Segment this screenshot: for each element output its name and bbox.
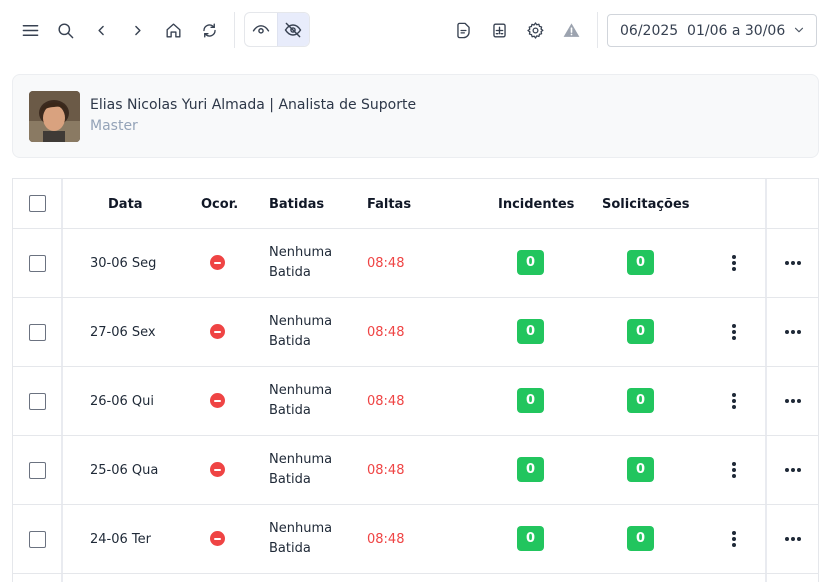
search-icon[interactable] [48, 13, 82, 47]
row-punches: Nenhuma Batida [269, 314, 333, 349]
header-incidents: Incidentes [498, 197, 575, 212]
home-icon[interactable] [156, 13, 190, 47]
kebab-menu-icon[interactable] [732, 531, 736, 547]
row-checkbox[interactable] [29, 531, 46, 548]
calculator-icon[interactable] [482, 13, 516, 47]
warning-icon[interactable] [554, 13, 588, 47]
requests-badge[interactable]: 0 [627, 457, 654, 482]
header-requests: Solicitações [602, 197, 690, 212]
table-header: Data Ocor. Batidas Faltas Incidentes Sol… [13, 179, 818, 229]
gear-icon[interactable] [518, 13, 552, 47]
header-occurrence: Ocor. [201, 197, 239, 212]
kebab-menu-icon[interactable] [732, 324, 736, 340]
eye-icon[interactable] [245, 13, 277, 46]
kebab-menu-icon[interactable] [732, 462, 736, 478]
toolbar-divider [234, 12, 235, 48]
table-row[interactable]: 24-06 Ter Nenhuma Batida 08:48 0 0 [13, 505, 818, 574]
employee-role: Master [90, 118, 138, 134]
requests-badge[interactable]: 0 [627, 526, 654, 551]
requests-badge[interactable]: 0 [627, 319, 654, 344]
visibility-toggle [244, 12, 310, 47]
more-options-icon[interactable] [785, 399, 801, 403]
document-icon[interactable] [446, 13, 480, 47]
more-options-icon[interactable] [785, 330, 801, 334]
more-options-icon[interactable] [785, 261, 801, 265]
row-punches: Nenhuma Batida [269, 383, 333, 418]
select-all-checkbox[interactable] [29, 195, 46, 212]
occurrence-minus-icon[interactable] [210, 393, 225, 408]
more-options-icon[interactable] [785, 468, 801, 472]
row-checkbox[interactable] [29, 324, 46, 341]
row-absence: 08:48 [367, 532, 405, 547]
kebab-menu-icon[interactable] [732, 393, 736, 409]
incidents-badge[interactable]: 0 [517, 319, 544, 344]
incidents-badge[interactable]: 0 [517, 526, 544, 551]
header-date: Data [108, 197, 143, 212]
row-absence: 08:48 [367, 256, 405, 271]
row-absence: 08:48 [367, 325, 405, 340]
menu-icon[interactable] [13, 13, 47, 47]
occurrence-minus-icon[interactable] [210, 255, 225, 270]
table-row[interactable]: 27-06 Sex Nenhuma Batida 08:48 0 0 [13, 298, 818, 367]
occurrence-minus-icon[interactable] [210, 324, 225, 339]
row-date: 24-06 Ter [90, 532, 151, 547]
employee-name: Elias Nicolas Yuri Almada | Analista de … [90, 97, 417, 113]
row-date: 25-06 Qua [90, 463, 159, 478]
avatar [29, 91, 80, 142]
period-label: 06/2025 01/06 a 30/06 [620, 22, 786, 39]
header-punches: Batidas [269, 197, 325, 212]
kebab-menu-icon[interactable] [732, 255, 736, 271]
row-punches: Nenhuma Batida [269, 245, 333, 280]
incidents-badge[interactable]: 0 [517, 388, 544, 413]
incidents-badge[interactable]: 0 [517, 457, 544, 482]
requests-badge[interactable]: 0 [627, 250, 654, 275]
row-absence: 08:48 [367, 463, 405, 478]
row-punches: Nenhuma Batida [269, 521, 333, 556]
row-checkbox[interactable] [29, 255, 46, 272]
employee-card: Elias Nicolas Yuri Almada | Analista de … [12, 74, 819, 158]
row-date: 26-06 Qui [90, 394, 154, 409]
more-options-icon[interactable] [785, 537, 801, 541]
period-select[interactable]: 06/2025 01/06 a 30/06 [607, 14, 817, 47]
toolbar-divider [597, 12, 598, 48]
table-row[interactable]: 25-06 Qua Nenhuma Batida 08:48 0 0 [13, 436, 818, 505]
row-checkbox[interactable] [29, 393, 46, 410]
refresh-icon[interactable] [192, 13, 226, 47]
occurrence-minus-icon[interactable] [210, 462, 225, 477]
table-row[interactable]: 26-06 Qui Nenhuma Batida 08:48 0 0 [13, 367, 818, 436]
chevron-down-icon [794, 27, 804, 33]
row-date: 27-06 Sex [90, 325, 156, 340]
eye-off-icon[interactable] [276, 13, 309, 46]
requests-badge[interactable]: 0 [627, 388, 654, 413]
occurrence-minus-icon[interactable] [210, 531, 225, 546]
chevron-left-icon[interactable] [84, 13, 118, 47]
timesheet-table: Data Ocor. Batidas Faltas Incidentes Sol… [12, 178, 819, 582]
header-absences: Faltas [367, 197, 412, 212]
chevron-right-icon[interactable] [120, 13, 154, 47]
table-row[interactable]: 30-06 Seg Nenhuma Batida 08:48 0 0 [13, 229, 818, 298]
row-absence: 08:48 [367, 394, 405, 409]
toolbar: 06/2025 01/06 a 30/06 [0, 0, 835, 60]
row-punches: Nenhuma Batida [269, 452, 333, 487]
row-date: 30-06 Seg [90, 256, 157, 271]
incidents-badge[interactable]: 0 [517, 250, 544, 275]
row-checkbox[interactable] [29, 462, 46, 479]
